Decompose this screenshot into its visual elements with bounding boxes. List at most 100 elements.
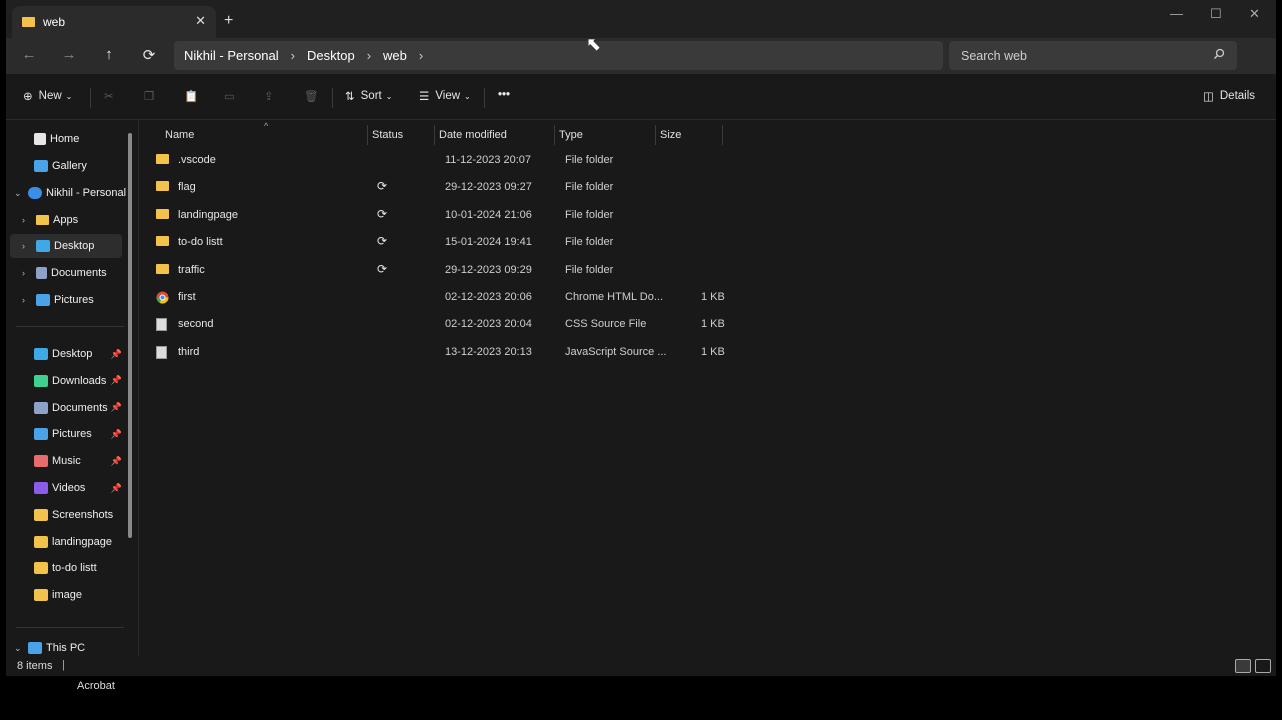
rename-button[interactable]: ▭ bbox=[224, 89, 235, 103]
breadcrumb-web[interactable]: web bbox=[383, 48, 407, 63]
sidebar-item-desktop[interactable]: › Desktop bbox=[10, 234, 122, 258]
navigation-pane: Home Gallery ⌄ Nikhil - Personal › Apps … bbox=[6, 120, 136, 656]
navigation-bar: ← → ↑ ⟳ Nikhil - Personal › Desktop › we… bbox=[6, 38, 1276, 74]
chevron-right-icon[interactable]: › bbox=[291, 48, 295, 63]
details-pane-button[interactable]: ◫ Details bbox=[1203, 89, 1255, 103]
address-bar[interactable]: Nikhil - Personal › Desktop › web › bbox=[174, 41, 943, 70]
chevron-down-icon: ⌄ bbox=[464, 91, 471, 101]
delete-button[interactable]: 🗑 bbox=[304, 89, 319, 103]
close-window-button[interactable]: ✕ bbox=[1249, 6, 1260, 22]
chevron-right-icon[interactable]: › bbox=[22, 215, 36, 225]
file-row[interactable]: first 02-12-2023 20:06 Chrome HTML Do... 1 … bbox=[139, 284, 739, 311]
sidebar-quick-downloads[interactable]: Downloads 📌 bbox=[34, 369, 122, 393]
breadcrumb-onedrive[interactable]: Nikhil - Personal bbox=[184, 48, 279, 63]
search-input[interactable]: Search web bbox=[949, 41, 1237, 70]
column-divider[interactable] bbox=[434, 125, 435, 145]
file-name: third bbox=[178, 345, 200, 358]
file-type: CSS Source File bbox=[565, 318, 647, 331]
large-icons-view-button[interactable] bbox=[1255, 659, 1271, 673]
sidebar-quick-music[interactable]: Music 📌 bbox=[34, 449, 122, 473]
paste-button[interactable]: 📋 bbox=[184, 89, 198, 103]
breadcrumb-desktop[interactable]: Desktop bbox=[307, 48, 355, 63]
sidebar-item-home[interactable]: Home bbox=[20, 127, 130, 151]
cut-button[interactable]: ✂ bbox=[104, 89, 114, 103]
column-header-size[interactable]: Size bbox=[660, 125, 681, 145]
copy-button[interactable]: ❐ bbox=[144, 89, 154, 103]
sync-status-icon: ⟳ bbox=[377, 179, 388, 194]
tab-web[interactable]: web ✕ bbox=[12, 6, 216, 38]
maximize-button[interactable]: ☐ bbox=[1210, 6, 1222, 22]
column-header-status[interactable]: Status bbox=[372, 125, 403, 145]
sidebar-quick-to-do-listt[interactable]: to-do listt bbox=[34, 556, 122, 580]
column-header-name[interactable]: Name bbox=[165, 125, 194, 145]
file-row[interactable]: to-do listt 15-01-2024 19:41 File folder ⟳ bbox=[139, 229, 739, 256]
refresh-button[interactable]: ⟳ bbox=[139, 46, 159, 64]
sidebar-quick-image[interactable]: image bbox=[34, 583, 122, 607]
sort-ascending-icon: ^ bbox=[264, 121, 269, 131]
picture-icon bbox=[34, 428, 48, 441]
sidebar-item-pictures[interactable]: › Pictures bbox=[22, 288, 130, 312]
column-divider[interactable] bbox=[367, 125, 368, 145]
file-name: landingpage bbox=[178, 208, 238, 221]
details-view-button[interactable] bbox=[1235, 659, 1251, 673]
pin-icon: 📌 bbox=[110, 428, 122, 439]
column-divider[interactable] bbox=[655, 125, 656, 145]
chevron-right-icon[interactable]: › bbox=[367, 48, 371, 63]
sidebar-item-label: Pictures bbox=[52, 428, 92, 441]
column-header-date[interactable]: Date modified bbox=[439, 125, 507, 145]
sidebar-scrollbar[interactable] bbox=[128, 133, 132, 538]
chevron-right-icon[interactable]: › bbox=[419, 48, 423, 63]
new-label: New bbox=[38, 90, 62, 102]
back-button[interactable]: ← bbox=[19, 46, 39, 63]
chevron-right-icon[interactable]: › bbox=[22, 295, 36, 305]
forward-button[interactable]: → bbox=[59, 46, 79, 63]
chevron-down-icon[interactable]: ⌄ bbox=[14, 188, 28, 199]
sidebar-quick-documents[interactable]: Documents 📌 bbox=[34, 396, 122, 420]
view-button[interactable]: ☰ View ⌄ bbox=[419, 89, 471, 103]
sidebar-item-onedrive[interactable]: ⌄ Nikhil - Personal bbox=[14, 181, 132, 205]
folder-icon bbox=[34, 589, 48, 602]
more-options-button[interactable]: ••• bbox=[498, 89, 510, 101]
up-button[interactable]: ↑ bbox=[99, 46, 119, 63]
sidebar-quick-screenshots[interactable]: Screenshots bbox=[34, 503, 122, 527]
file-row[interactable]: traffic 29-12-2023 09:29 File folder ⟳ bbox=[139, 257, 739, 284]
column-divider[interactable] bbox=[722, 125, 723, 145]
file-type: File folder bbox=[565, 154, 614, 166]
column-divider[interactable] bbox=[554, 125, 555, 145]
sidebar-item-label: This PC bbox=[46, 642, 86, 654]
share-icon: ⇪ bbox=[264, 91, 274, 103]
sidebar-quick-videos[interactable]: Videos 📌 bbox=[34, 476, 122, 500]
pin-icon: 📌 bbox=[110, 402, 122, 413]
sidebar-item-label: Videos bbox=[52, 482, 86, 494]
sidebar-item-apps[interactable]: › Apps bbox=[22, 208, 130, 232]
file-row[interactable]: second 02-12-2023 20:04 CSS Source File 1 K… bbox=[139, 311, 739, 338]
chevron-down-icon[interactable]: ⌄ bbox=[14, 643, 28, 654]
minimize-button[interactable]: — bbox=[1170, 6, 1183, 21]
sidebar-item-label: Pictures bbox=[54, 294, 94, 306]
sort-button[interactable]: ⇅ Sort ⌄ bbox=[345, 89, 392, 103]
file-size: 1 KB bbox=[701, 291, 725, 303]
share-button[interactable]: ⇪ bbox=[264, 89, 274, 103]
taskbar-item-acrobat[interactable]: Acrobat bbox=[77, 680, 115, 692]
new-button[interactable]: ⊕ New ⌄ bbox=[23, 89, 72, 103]
column-header-type[interactable]: Type bbox=[559, 125, 583, 145]
file-row[interactable]: flag 29-12-2023 09:27 File folder ⟳ bbox=[139, 174, 739, 201]
file-row[interactable]: third 13-12-2023 20:13 JavaScript Source .… bbox=[139, 339, 739, 366]
sidebar-quick-desktop[interactable]: Desktop 📌 bbox=[34, 342, 122, 366]
new-tab-button[interactable]: + bbox=[224, 12, 233, 30]
sidebar-quick-landingpage[interactable]: landingpage bbox=[34, 530, 122, 554]
view-icon: ☰ bbox=[419, 91, 430, 103]
close-tab-icon[interactable]: ✕ bbox=[195, 13, 206, 29]
file-date: 13-12-2023 20:13 bbox=[445, 345, 532, 358]
file-explorer-window: web ✕ + — ☐ ✕ ← → ↑ ⟳ Nikhil - Personal … bbox=[6, 0, 1276, 676]
sidebar-quick-pictures[interactable]: Pictures 📌 bbox=[34, 422, 122, 446]
chevron-right-icon[interactable]: › bbox=[22, 268, 36, 278]
gallery-icon bbox=[34, 160, 48, 172]
chevron-right-icon[interactable]: › bbox=[22, 241, 36, 251]
sidebar-item-documents[interactable]: › Documents bbox=[22, 261, 130, 285]
view-label: View bbox=[435, 90, 461, 102]
file-row[interactable]: landingpage 10-01-2024 21:06 File folder ⟳ bbox=[139, 202, 739, 229]
video-icon bbox=[34, 482, 48, 494]
sidebar-item-gallery[interactable]: Gallery bbox=[20, 154, 130, 178]
file-row[interactable]: .vscode 11-12-2023 20:07 File folder bbox=[139, 147, 739, 174]
